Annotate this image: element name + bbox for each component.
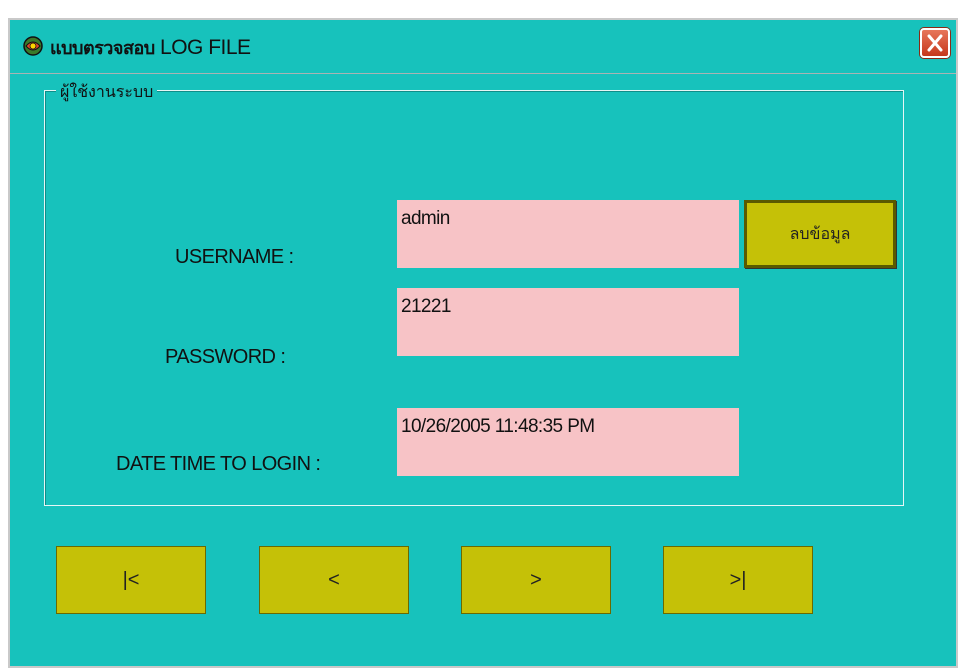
app-icon (23, 36, 43, 56)
window-title: แบบตรวจสอบ LOG FILE (50, 33, 251, 62)
datetime-field[interactable]: 10/26/2005 11:48:35 PM (397, 408, 739, 476)
first-record-button[interactable]: |< (56, 546, 206, 614)
delete-button[interactable]: ลบข้อมูล (744, 200, 896, 268)
password-label: PASSWORD : (165, 346, 286, 368)
last-record-button[interactable]: >| (663, 546, 813, 614)
window-title-thai: แบบตรวจสอบ (50, 38, 155, 58)
username-field[interactable]: admin (397, 200, 739, 268)
group-legend: ผู้ใช้งานระบบ (56, 80, 158, 105)
window-title-latin: LOG FILE (160, 36, 251, 59)
previous-record-button[interactable]: < (259, 546, 409, 614)
next-record-button[interactable]: > (461, 546, 611, 614)
username-label: USERNAME : (175, 246, 294, 268)
password-field[interactable]: 21221 (397, 288, 739, 356)
close-icon (927, 34, 943, 52)
datetime-label: DATE TIME TO LOGIN : (116, 453, 321, 475)
close-button[interactable] (920, 28, 950, 58)
title-bar: แบบตรวจสอบ LOG FILE (10, 20, 956, 74)
